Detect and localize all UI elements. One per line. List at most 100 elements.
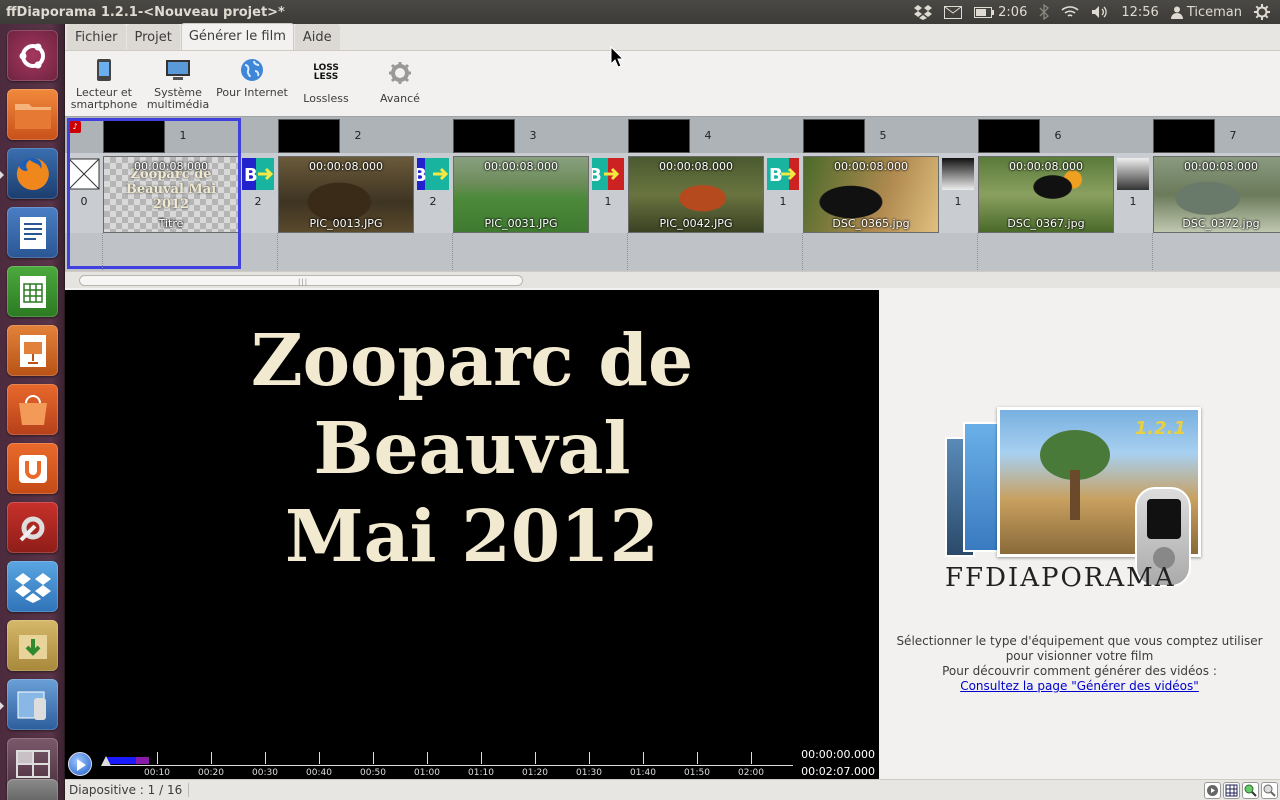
ruler-tick [481, 752, 482, 764]
wifi-icon[interactable] [1061, 5, 1079, 19]
transition-slide-4[interactable]: B [588, 158, 624, 190]
ubuntu-one-icon[interactable] [7, 443, 58, 494]
slide-number: 2 [354, 129, 362, 142]
software-center-icon[interactable] [7, 384, 58, 435]
system-settings-icon[interactable] [7, 502, 58, 553]
trash-icon[interactable] [7, 779, 58, 800]
slide-number: 6 [1054, 129, 1062, 142]
zoom-in-icon[interactable] [1242, 782, 1259, 799]
dropbox-icon[interactable] [914, 4, 933, 20]
top-panel: ffDiaporama 1.2.1-<Nouveau projet>* 2:06… [0, 0, 1280, 24]
tab-fichier[interactable]: Fichier [67, 24, 126, 50]
timeline-slide-5[interactable]: 5 00:00:08.000 DSC_0365.jpg [803, 117, 978, 271]
timeline-separator [277, 233, 278, 271]
bluetooth-icon[interactable] [1039, 4, 1050, 20]
battery-time: 2:06 [998, 4, 1028, 20]
advanced-button[interactable]: Avancé [363, 55, 437, 105]
session-gear-icon[interactable] [1254, 4, 1270, 20]
transition-slide-7[interactable] [1117, 158, 1149, 190]
play-button[interactable] [68, 752, 92, 776]
info-text: Sélectionner le type d'équipement que vo… [879, 634, 1280, 694]
volume-icon[interactable] [1091, 5, 1109, 19]
preview-panel[interactable]: Zooparc de Beauval Mai 2012 00:10 00:20 00… [65, 290, 879, 779]
timeline-slide-6[interactable]: 6 00:00:08.000 DSC_0367.jpg [978, 117, 1153, 271]
multimedia-button[interactable]: Système multimédia [141, 55, 215, 111]
slide-number: 3 [529, 129, 537, 142]
transition-wipe-icon: B [413, 158, 449, 190]
scroll-grip-icon: ||| [298, 278, 309, 286]
info-panel: 1.2.1 FFDIAPORAMA Sélectionner le type d… [879, 290, 1280, 779]
ruler-tick-label: 00:50 [360, 768, 386, 778]
ruler-tick [535, 752, 536, 764]
ffdiaporama-icon[interactable] [7, 679, 58, 730]
impress-icon[interactable] [7, 325, 58, 376]
timeline-slide-7[interactable]: 7 00:00:08.000 DSC_0372.jpg [1153, 117, 1280, 271]
slide-photo: 00:00:08.000 DSC_0365.jpg [803, 156, 939, 233]
ruler-tick-label: 01:00 [414, 768, 440, 778]
transition-slide-2[interactable]: B [242, 158, 274, 190]
slide-filename: PIC_0013.JPG [309, 217, 383, 230]
tab-projet[interactable]: Projet [126, 24, 180, 50]
writer-icon[interactable] [7, 207, 58, 258]
transition-slide-6[interactable] [942, 158, 974, 190]
globe-icon [241, 59, 263, 81]
preview-mode-icon[interactable] [1204, 782, 1221, 799]
slide-number: 5 [879, 129, 887, 142]
ruler-tick [373, 752, 374, 764]
ruler-progress-secondary [136, 757, 149, 764]
user-menu[interactable]: Ticeman [1170, 4, 1242, 20]
ffdiaporama-logo: 1.2.1 FFDIAPORAMA [945, 407, 1205, 627]
transition-fade-icon [1117, 158, 1149, 190]
timeline-scrollbar[interactable]: ||| [65, 271, 1280, 288]
advanced-label: Avancé [380, 92, 420, 105]
transition-number: 1 [604, 195, 612, 208]
ruler-tick [643, 752, 644, 764]
grid-view-icon[interactable] [1223, 782, 1240, 799]
zoom-out-icon[interactable] [1261, 782, 1278, 799]
player-controls: 00:10 00:20 00:30 00:40 00:50 01:00 01:10 01:20… [65, 748, 879, 779]
smartphone-label: Lecteur et smartphone [70, 86, 138, 111]
timeline-slide-3[interactable]: 3 00:00:08.000 PIC_0031.JPG [453, 117, 628, 271]
firefox-icon[interactable] [7, 148, 58, 199]
unity-launcher [0, 24, 65, 800]
timeline-scroll-thumb[interactable]: ||| [79, 275, 523, 286]
slide-counter: Diapositive : 1 / 16 [69, 783, 190, 797]
timeline-slide-2[interactable]: 2 00:00:08.000 PIC_0013.JPG [278, 117, 453, 271]
transition-wipe-icon: B [588, 158, 624, 190]
files-icon[interactable] [7, 89, 58, 140]
user-name: Ticeman [1186, 4, 1242, 20]
generate-videos-link[interactable]: Consultez la page "Générer des vidéos" [960, 679, 1199, 693]
battery-indicator[interactable]: 2:06 [974, 5, 1027, 20]
slide-thumbnail-black [453, 119, 515, 153]
transition-slide-5[interactable]: B [767, 158, 799, 190]
transition-fade-icon [942, 158, 974, 190]
transition-wipe-icon: B [242, 158, 274, 190]
transition-slide-3[interactable]: B [413, 158, 449, 190]
archive-manager-icon[interactable] [7, 620, 58, 671]
status-bar: Diapositive : 1 / 16 [65, 779, 1280, 800]
playhead-icon[interactable] [101, 756, 111, 768]
clock[interactable]: 12:56 [1121, 5, 1158, 20]
timeline-slide-4[interactable]: 4 00:00:08.000 PIC_0042.JPG [628, 117, 803, 271]
info-line-3: Pour découvrir comment générer des vidéo… [942, 664, 1217, 678]
tab-aide[interactable]: Aide [294, 24, 340, 50]
tab-generer-le-film[interactable]: Générer le film [180, 23, 294, 50]
mail-icon[interactable] [944, 5, 963, 19]
ruler-tick-label: 01:40 [630, 768, 656, 778]
dropbox-launcher-icon[interactable] [7, 561, 58, 612]
slide-filename: DSC_0367.jpg [1007, 217, 1085, 230]
ruler-tick-label: 01:20 [522, 768, 548, 778]
timeline-separator [977, 233, 978, 271]
ruler-base [103, 765, 793, 766]
dash-home-icon[interactable] [7, 30, 58, 81]
slide-number: 4 [704, 129, 712, 142]
timeline-separator [802, 233, 803, 271]
slide-photo: 00:00:08.000 DSC_0372.jpg [1153, 156, 1280, 233]
timeline[interactable]: ♪ 0 1 Zooparc de Beauval Mai 2012 00:00:… [65, 116, 1280, 271]
lossless-button[interactable]: LOSS LESS Lossless [289, 55, 363, 105]
calc-icon[interactable] [7, 266, 58, 317]
internet-button[interactable]: Pour Internet [215, 55, 289, 99]
timeline-ruler[interactable]: 00:10 00:20 00:30 00:40 00:50 01:00 01:10 01:20… [101, 750, 793, 778]
smartphone-button[interactable]: Lecteur et smartphone [67, 55, 141, 111]
running-indicator [0, 171, 4, 179]
